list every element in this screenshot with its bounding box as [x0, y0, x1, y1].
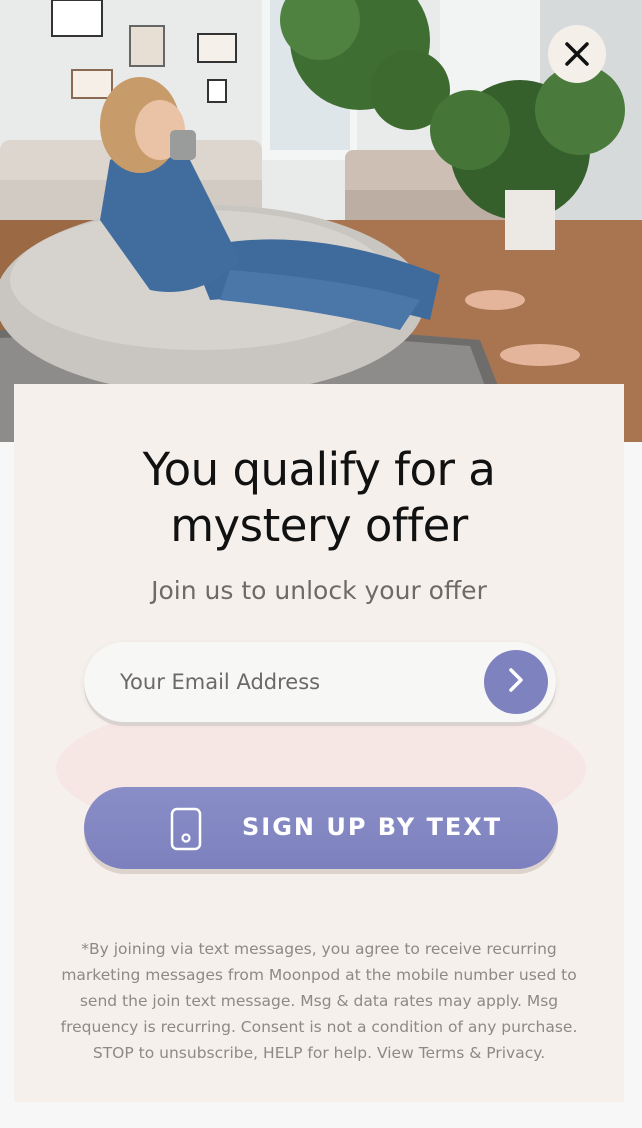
headline-line-1: You qualify for a	[142, 443, 496, 496]
hero-image	[0, 0, 642, 442]
close-button[interactable]	[548, 25, 606, 83]
email-submit-button[interactable]	[484, 650, 548, 714]
chevron-right-icon	[505, 667, 527, 698]
sms-disclaimer: *By joining via text messages, you agree…	[60, 940, 578, 1062]
sign-up-by-text-label: SIGN UP BY TEXT	[242, 813, 503, 841]
headline-line-2: mystery offer	[170, 499, 468, 552]
subheadline: Join us to unlock your offer	[151, 576, 487, 605]
close-icon	[564, 41, 590, 67]
email-input[interactable]	[120, 664, 450, 700]
email-form	[84, 642, 556, 722]
phone-icon	[170, 807, 202, 856]
headline: You qualify for a mystery offer	[14, 442, 624, 554]
signup-modal-card: You qualify for a mystery offer Join us …	[14, 384, 624, 1102]
sign-up-by-text-button[interactable]: SIGN UP BY TEXT	[84, 787, 558, 869]
